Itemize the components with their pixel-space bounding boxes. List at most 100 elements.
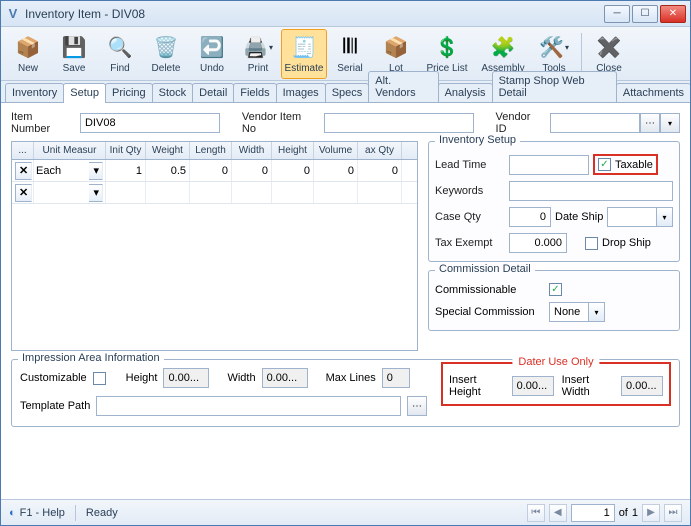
cell-height[interactable]: 0 (272, 160, 314, 181)
insert-width-input[interactable] (621, 376, 663, 396)
delete-button[interactable]: 🗑️Delete (143, 29, 189, 79)
item-number-label: Item Number (11, 111, 74, 135)
col-height[interactable]: Height (272, 142, 314, 159)
search-icon: 🔍 (104, 33, 136, 61)
case-qty-input[interactable] (509, 207, 551, 227)
row-delete-button[interactable]: ✕ (15, 162, 32, 180)
item-number-input[interactable] (80, 113, 220, 133)
col-volume[interactable]: Volume (314, 142, 358, 159)
vendor-id-lookup-button[interactable]: ⋯ (640, 113, 660, 133)
unit-dropdown-button[interactable]: ▾ (89, 162, 103, 180)
vendor-item-label: Vendor Item No (242, 111, 318, 135)
cell-init-qty[interactable]: 1 (106, 160, 146, 181)
customizable-checkbox[interactable] (93, 372, 106, 385)
template-path-browse-button[interactable]: ⋯ (407, 396, 427, 416)
commission-group: Commission Detail Commissionable ✓ Speci… (428, 270, 680, 331)
cell-weight[interactable]: 0.5 (146, 160, 190, 181)
window: V Inventory Item - DIV08 ─ ☐ ✕ 📦New 💾Sav… (0, 0, 691, 526)
imp-width-label: Width (227, 372, 255, 384)
imp-height-label: Height (126, 372, 158, 384)
tab-pricing[interactable]: Pricing (105, 83, 153, 102)
col-ax-qty[interactable]: ax Qty (358, 142, 402, 159)
barcode-icon: 𝄃𝄃𝄂 (334, 33, 366, 61)
pager-page-input[interactable] (571, 504, 615, 522)
tab-setup[interactable]: Setup (63, 83, 106, 103)
tab-fields[interactable]: Fields (233, 83, 276, 102)
template-path-input[interactable] (96, 396, 401, 416)
status-text: Ready (86, 507, 118, 519)
trash-icon: 🗑️ (150, 33, 182, 61)
tab-alt-vendors[interactable]: Alt. Vendors (368, 71, 438, 102)
imp-width-input[interactable] (262, 368, 308, 388)
estimate-button[interactable]: 🧾Estimate (281, 29, 327, 79)
inventory-setup-group: Inventory Setup Lead Time ✓ Taxable Keyw… (428, 141, 680, 262)
col-unit[interactable]: Unit Measur (34, 142, 106, 159)
cell-length[interactable]: 0 (190, 160, 232, 181)
table-row-new[interactable]: ✕ ▾ (12, 182, 417, 204)
tab-images[interactable]: Images (276, 83, 326, 102)
pager-last-button[interactable]: ⏭ (664, 504, 682, 522)
imp-height-input[interactable] (163, 368, 209, 388)
cell-volume[interactable]: 0 (314, 160, 358, 181)
max-lines-input[interactable] (382, 368, 410, 388)
vendor-id-input[interactable] (550, 113, 640, 133)
close-icon: ✖️ (593, 33, 625, 61)
cell-width[interactable]: 0 (232, 160, 272, 181)
undo-button[interactable]: ↩️Undo (189, 29, 235, 79)
minimize-button[interactable]: ─ (604, 5, 630, 23)
row-delete-button[interactable]: ✕ (15, 184, 32, 202)
keywords-input[interactable] (509, 181, 673, 201)
commissionable-checkbox[interactable]: ✓ (549, 283, 562, 296)
lead-time-input[interactable] (509, 155, 589, 175)
titlebar: V Inventory Item - DIV08 ─ ☐ ✕ (1, 1, 690, 27)
date-ship-select[interactable]: ▾ (607, 207, 673, 227)
tab-attachments[interactable]: Attachments (616, 83, 691, 102)
content: Item Number Vendor Item No Vendor ID ⋯ ▾… (1, 103, 690, 431)
tab-stock[interactable]: Stock (152, 83, 194, 102)
dater-use-only-group: Dater Use Only Insert Height Insert Widt… (441, 362, 671, 406)
vendor-item-input[interactable] (324, 113, 474, 133)
tab-detail[interactable]: Detail (192, 83, 234, 102)
insert-height-input[interactable] (512, 376, 554, 396)
close-window-button[interactable]: ✕ (660, 5, 686, 23)
template-path-label: Template Path (20, 400, 90, 412)
print-button[interactable]: 🖨️▾Print (235, 29, 281, 79)
unit-dropdown-button[interactable]: ▾ (89, 184, 103, 202)
col-init-qty[interactable]: Init Qty (106, 142, 146, 159)
pager-next-button[interactable]: ▶ (642, 504, 660, 522)
tab-specs[interactable]: Specs (325, 83, 370, 102)
maximize-button[interactable]: ☐ (632, 5, 658, 23)
new-button[interactable]: 📦New (5, 29, 51, 79)
drop-ship-label: Drop Ship (602, 237, 651, 249)
find-button[interactable]: 🔍Find (97, 29, 143, 79)
tab-analysis[interactable]: Analysis (438, 83, 493, 102)
chevron-down-icon: ▾ (656, 208, 672, 226)
tax-exempt-label: Tax Exempt (435, 237, 505, 249)
customizable-label: Customizable (20, 372, 87, 384)
tabs: Inventory Setup Pricing Stock Detail Fie… (1, 81, 690, 103)
col-weight[interactable]: Weight (146, 142, 190, 159)
pager-first-button[interactable]: ⏮ (527, 504, 545, 522)
save-button[interactable]: 💾Save (51, 29, 97, 79)
col-actions[interactable]: ... (12, 142, 34, 159)
chevron-down-icon: ▾ (588, 303, 604, 321)
impression-title: Impression Area Information (18, 352, 164, 364)
col-length[interactable]: Length (190, 142, 232, 159)
tab-stamp-shop[interactable]: Stamp Shop Web Detail (492, 71, 617, 102)
drop-ship-checkbox[interactable] (585, 237, 598, 250)
tab-inventory[interactable]: Inventory (5, 83, 64, 102)
help-hint[interactable]: ◐ F1 - Help (9, 507, 65, 519)
taxable-checkbox[interactable]: ✓ (598, 158, 611, 171)
tax-exempt-input[interactable] (509, 233, 567, 253)
col-width[interactable]: Width (232, 142, 272, 159)
pager-prev-button[interactable]: ◀ (549, 504, 567, 522)
table-row[interactable]: ✕ Each▾ 1 0.5 0 0 0 0 0 (12, 160, 417, 182)
pricelist-icon: 💲 (431, 33, 463, 61)
pager: ⏮ ◀ of 1 ▶ ⏭ (527, 504, 682, 522)
serial-button[interactable]: 𝄃𝄃𝄂Serial (327, 29, 373, 79)
cell-ax-qty[interactable]: 0 (358, 160, 402, 181)
cell-unit: Each (36, 165, 89, 177)
vendor-id-dropdown-button[interactable]: ▾ (660, 113, 680, 133)
impression-group: Impression Area Information Customizable… (11, 359, 680, 427)
special-commission-select[interactable]: None▾ (549, 302, 605, 322)
